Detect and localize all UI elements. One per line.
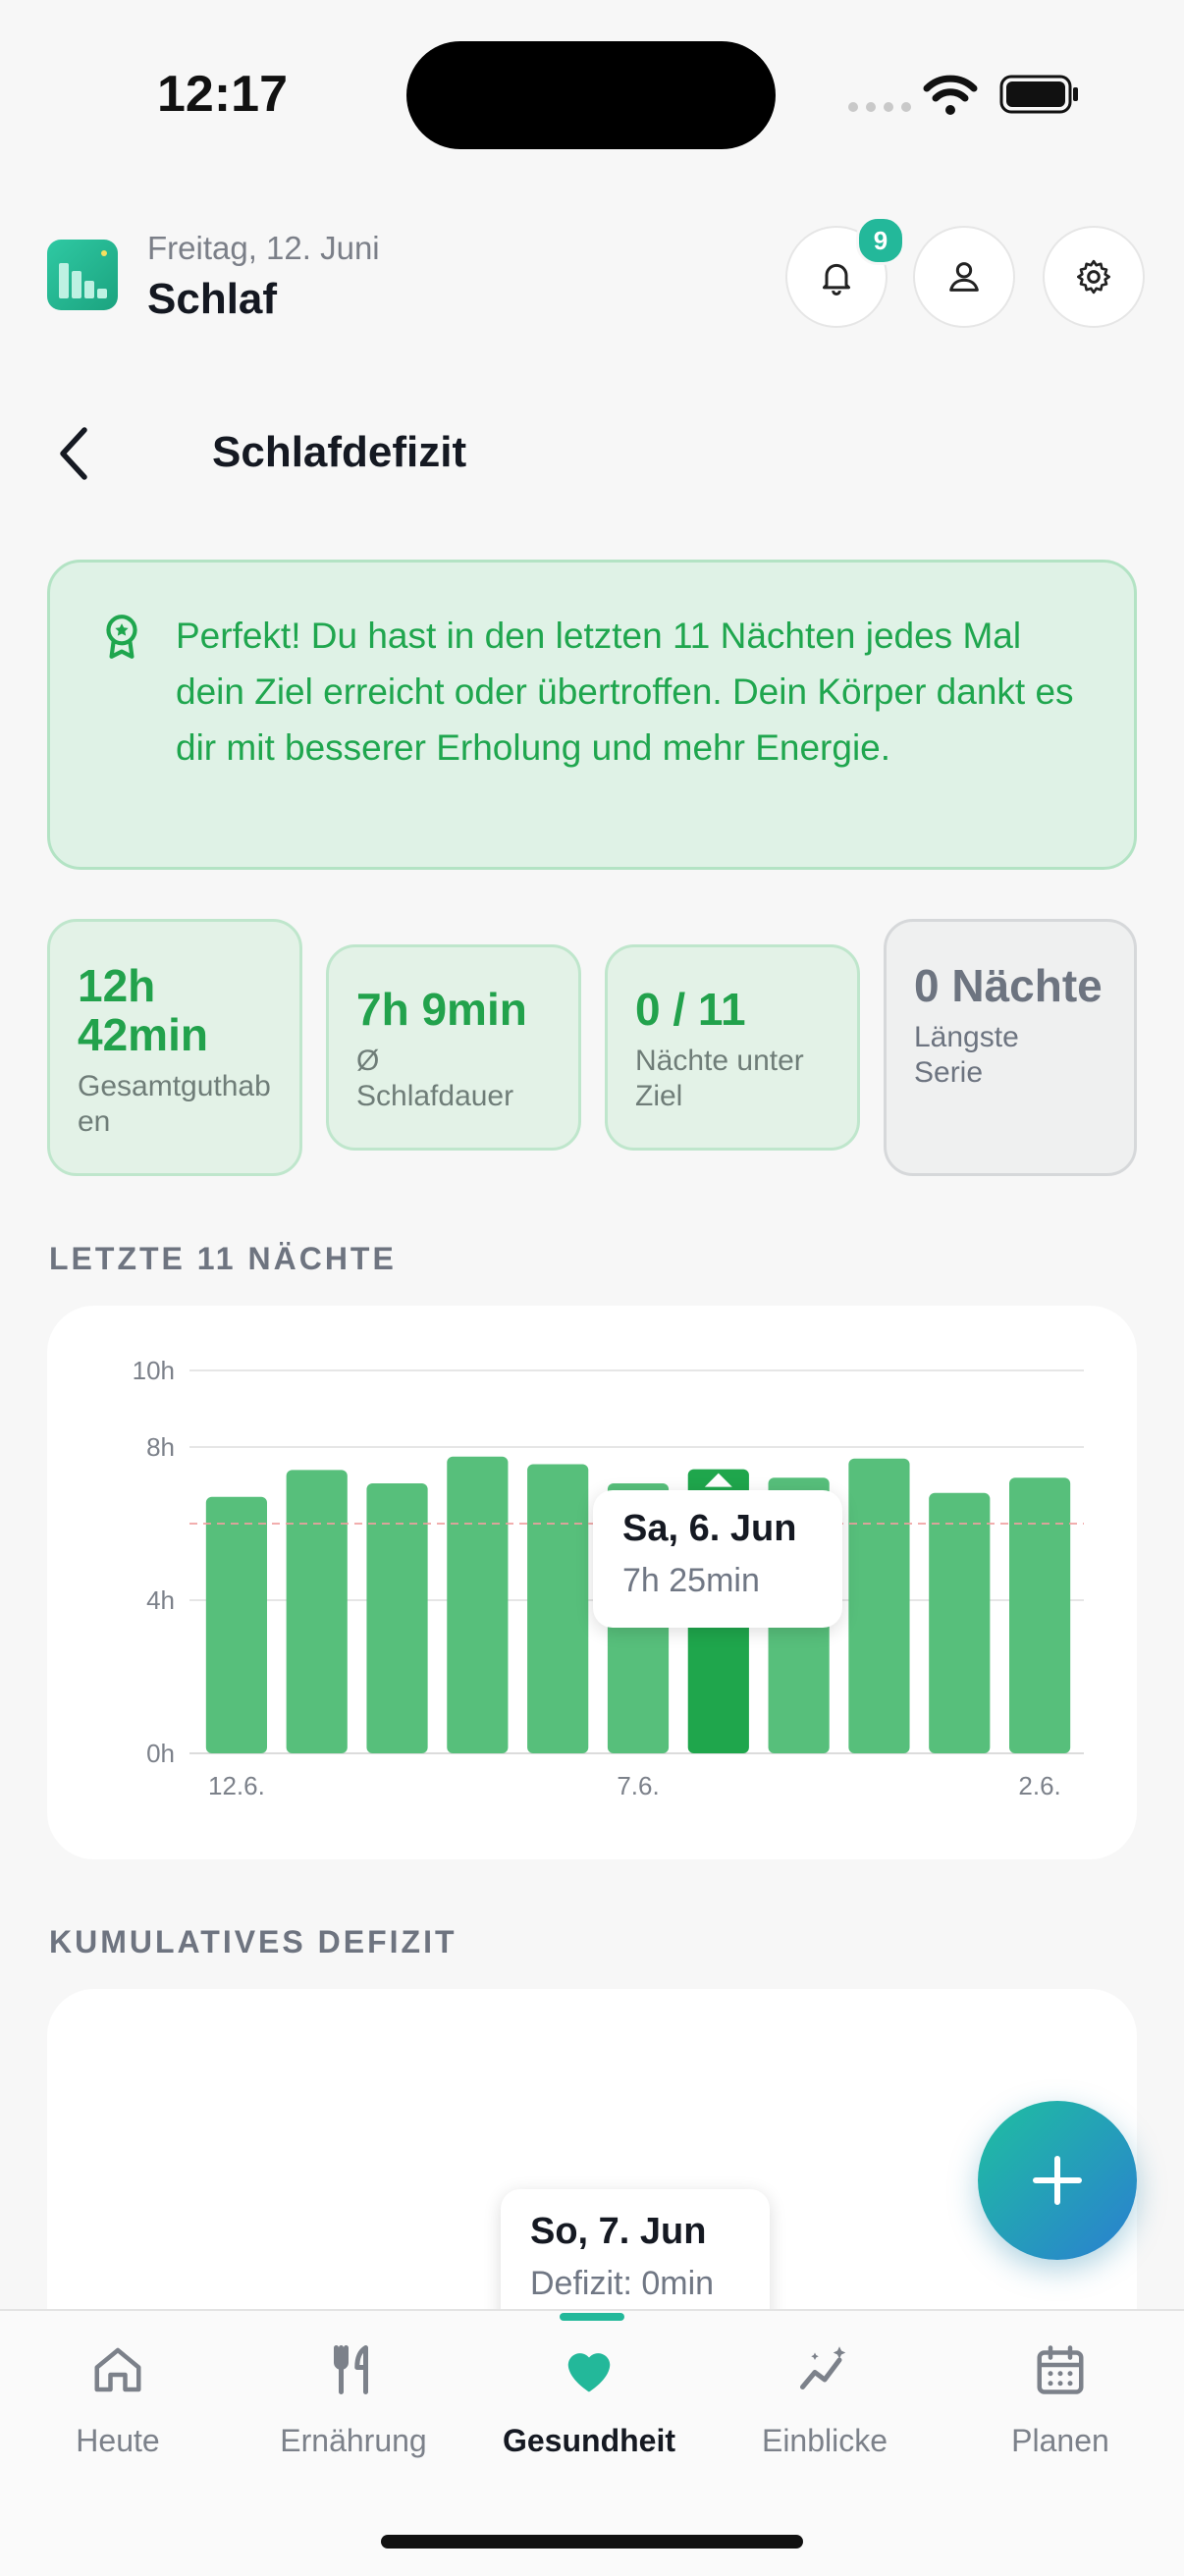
cellular-signal-icon [848,102,911,112]
user-icon [949,262,979,292]
x-tick-label: 7.6. [617,1771,659,1800]
bell-icon [823,263,850,295]
stat-card-total-balance: 12h 42min Gesamtguthaben [47,919,302,1176]
bar [527,1464,589,1753]
fork-knife-icon [334,2345,368,2394]
x-tick-label: 2.6. [1018,1771,1060,1800]
stat-label: Gesamtguthaben [78,1070,271,1138]
bar [447,1456,509,1753]
page-title: Schlafdefizit [212,428,467,476]
wifi-icon [923,75,978,115]
gear-icon [1077,259,1110,295]
notification-badge: 9 [856,216,905,265]
tab-label: Ernährung [280,2423,427,2458]
section-heading-cumulative: KUMULATIVES DEFIZIT [49,1924,457,1959]
banner-text: Perfekt! Du hast in den letzten 11 Nächt… [176,616,1074,768]
chevron-left-icon [60,427,87,480]
battery-icon [999,75,1078,114]
award-icon [106,615,137,659]
y-tick-label: 0h [146,1739,175,1768]
heart-icon [567,2353,611,2392]
tab-einblicke[interactable]: Einblicke [707,2311,942,2507]
stat-value: 0 / 11 [635,984,746,1035]
active-tab-indicator [560,2313,624,2321]
tab-label: Einblicke [761,2423,888,2458]
y-tick-label: 4h [146,1585,175,1615]
tooltip-title: So, 7. Jun [530,2211,707,2252]
sleep-bar-chart: 0h 4h 8h 10h 12.6. 7.6. 2.6. [47,1306,1137,1859]
tab-label: Gesundheit [502,2423,675,2458]
sleep-chart-logo-icon [59,250,107,298]
tab-heute[interactable]: Heute [0,2311,236,2507]
tab-label: Heute [76,2423,160,2458]
stat-value: 7h 9min [356,984,527,1035]
back-button[interactable] [55,418,114,489]
bar [929,1492,991,1753]
home-icon [94,2347,141,2392]
chart-svg: 0h 4h 8h 10h 12.6. 7.6. 2.6. [133,1356,1084,1800]
stat-card-longest-streak: 0 Nächte Längste Serie [884,919,1137,1176]
chart-tooltip: Sa, 6. Jun 7h 25min [593,1490,842,1628]
add-entry-button[interactable] [978,2101,1137,2260]
stat-card-avg-sleep: 7h 9min Ø Schlafdauer [326,944,581,1151]
tooltip-value: Defizit: 0min [530,2265,715,2302]
tab-planen[interactable]: Planen [942,2311,1178,2507]
profile-button[interactable] [913,226,1015,328]
section-heading-last-nights: LETZTE 11 NÄCHTE [49,1241,397,1276]
app-logo [47,240,118,310]
dynamic-island [406,41,776,149]
tab-label: Planen [1011,2423,1109,2458]
sparkle-chart-icon [800,2346,846,2389]
stat-value: 12h 42min [78,960,208,1060]
home-indicator [381,2535,803,2549]
bar [848,1458,910,1753]
tooltip-value: 7h 25min [622,1562,760,1599]
tooltip-title: Sa, 6. Jun [622,1508,797,1549]
y-tick-label: 10h [133,1356,175,1385]
stat-label: Ø Schlafdauer [356,1045,514,1112]
status-time: 12:17 [157,66,288,123]
tab-ernaehrung[interactable]: Ernährung [236,2311,471,2507]
bar [1009,1477,1071,1753]
bar [286,1470,348,1753]
y-tick-label: 8h [146,1432,175,1462]
stat-label: Nächte unter Ziel [635,1045,804,1112]
bar [205,1496,267,1753]
calendar-icon [1037,2345,1084,2394]
plus-icon [1033,2156,1082,2205]
stat-label: Längste Serie [914,1021,1019,1089]
success-banner: Perfekt! Du hast in den letzten 11 Nächt… [47,560,1137,870]
stat-value: 0 Nächte [914,960,1103,1011]
tab-gesundheit[interactable]: Gesundheit [471,2311,707,2507]
settings-button[interactable] [1043,226,1145,328]
header-title: Schlaf [147,275,278,323]
header-date: Freitag, 12. Juni [147,230,380,266]
x-tick-label: 12.6. [208,1771,265,1800]
stat-card-nights-below-goal: 0 / 11 Nächte unter Ziel [605,944,860,1151]
